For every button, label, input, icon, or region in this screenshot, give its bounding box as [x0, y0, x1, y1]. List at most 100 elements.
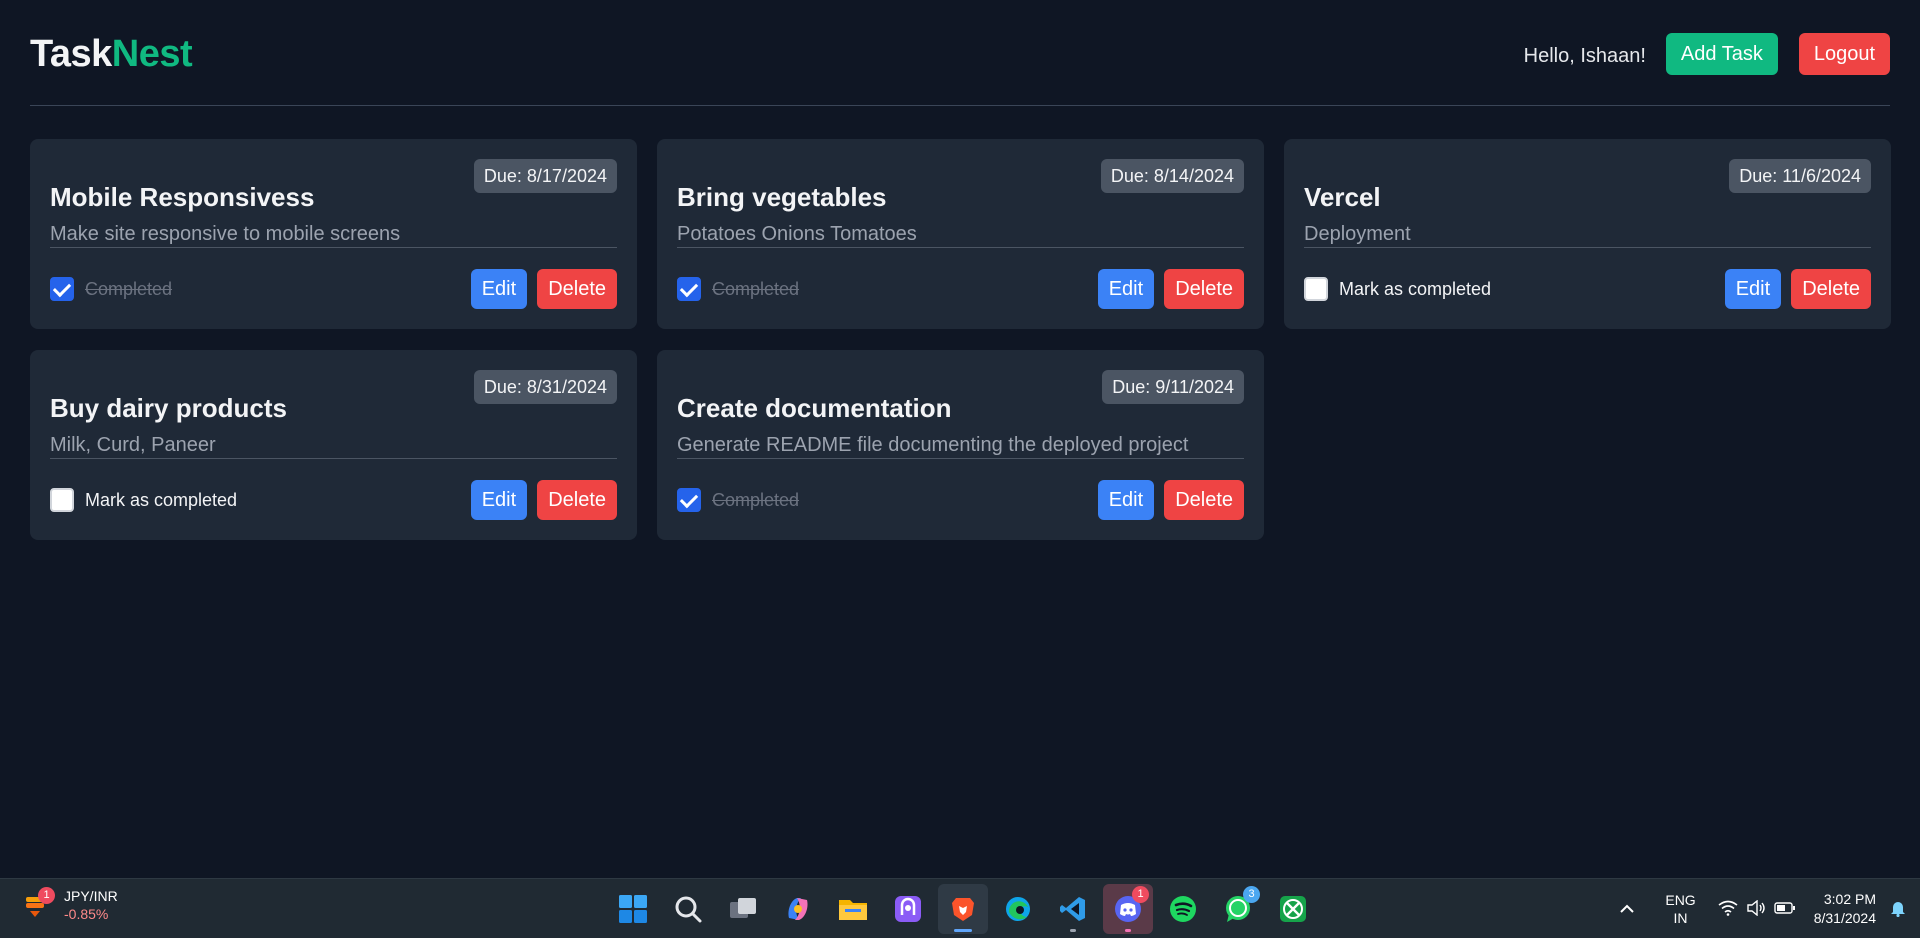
windows-taskbar: 1 JPY/INR -0.85% 1 3 ENG IN 3:02 PM 8/31… [0, 878, 1920, 938]
region-code: IN [1673, 910, 1688, 926]
clock-date: 8/31/2024 [1813, 910, 1876, 926]
vscode-icon[interactable] [1048, 884, 1098, 934]
task-view-icon[interactable] [718, 884, 768, 934]
running-indicator [1070, 929, 1076, 932]
user-greeting: Hello, Ishaan! [1523, 44, 1646, 67]
completion-status-label: Completed [712, 278, 800, 299]
completion-status-label: Mark as completed [85, 489, 238, 510]
widget-badge: 1 [38, 887, 55, 904]
task-actions: Edit Delete [470, 269, 617, 309]
wifi-icon[interactable] [1718, 900, 1738, 919]
task-title: Vercel [1304, 182, 1381, 212]
chevron-up-icon[interactable] [1619, 901, 1635, 917]
incomplete-checkbox[interactable] [50, 488, 74, 512]
due-date-badge: Due: 9/11/2024 [1102, 370, 1244, 404]
task-card: Bring vegetables Due: 8/14/2024 Potatoes… [657, 139, 1264, 329]
task-actions: Edit Delete [1097, 269, 1244, 309]
task-description: Milk, Curd, Paneer [50, 434, 216, 456]
task-actions: Edit Delete [470, 480, 617, 520]
task-description: Generate README file documenting the dep… [677, 434, 1189, 456]
card-divider [50, 247, 617, 248]
card-divider [677, 458, 1244, 459]
windows-start-icon[interactable] [608, 884, 658, 934]
battery-icon[interactable] [1774, 901, 1796, 918]
whatsapp-icon[interactable]: 3 [1213, 884, 1263, 934]
task-description: Make site responsive to mobile screens [50, 223, 401, 245]
due-date-badge: Due: 8/14/2024 [1100, 159, 1244, 193]
task-card: Mobile Responsivess Due: 8/17/2024 Make … [30, 139, 637, 329]
volume-icon[interactable] [1746, 899, 1766, 919]
task-grid: Mobile Responsivess Due: 8/17/2024 Make … [30, 139, 1891, 540]
proton-vpn-icon[interactable] [883, 884, 933, 934]
delete-task-button[interactable]: Delete [537, 480, 617, 520]
task-actions: Edit Delete [1097, 480, 1244, 520]
edit-task-button[interactable]: Edit [1097, 480, 1155, 520]
completion-toggle[interactable]: Completed [50, 277, 172, 301]
app-logo: TaskNest [30, 33, 193, 75]
incomplete-checkbox[interactable] [1304, 277, 1328, 301]
task-card: Vercel Due: 11/6/2024 Deployment Mark as… [1284, 139, 1891, 329]
card-divider [677, 247, 1244, 248]
language-code: ENG [1665, 892, 1696, 908]
due-date-badge: Due: 11/6/2024 [1729, 159, 1871, 193]
discord-icon[interactable]: 1 [1103, 884, 1153, 934]
task-card: Buy dairy products Due: 8/31/2024 Milk, … [30, 350, 637, 540]
completion-status-label: Mark as completed [1339, 278, 1492, 299]
completed-checkbox[interactable] [677, 488, 701, 512]
edit-task-button[interactable]: Edit [1097, 269, 1155, 309]
system-tray: ENG IN 3:02 PM 8/31/2024 [1619, 879, 1920, 938]
language-indicator[interactable]: ENG IN [1665, 891, 1695, 927]
task-title: Mobile Responsivess [50, 182, 315, 212]
widget-title: JPY/INR [64, 888, 118, 904]
file-explorer-icon[interactable] [828, 884, 878, 934]
discord-badge: 1 [1132, 886, 1149, 903]
system-clock[interactable]: 3:02 PM 8/31/2024 [1814, 890, 1876, 928]
tasknest-app: TaskNest Hello, Ishaan! Add Task Logout … [0, 0, 1920, 878]
task-title: Buy dairy products [50, 393, 287, 423]
running-indicator [1125, 929, 1131, 932]
completion-toggle[interactable]: Completed [677, 277, 799, 301]
logout-button[interactable]: Logout [1798, 33, 1890, 75]
brave-browser-icon[interactable] [938, 884, 988, 934]
currency-widget[interactable]: 1 JPY/INR -0.85% [22, 887, 118, 923]
completion-toggle[interactable]: Mark as completed [1304, 277, 1491, 301]
edit-task-button[interactable]: Edit [470, 269, 528, 309]
completion-status-label: Completed [712, 489, 800, 510]
notification-bell-icon[interactable] [1890, 899, 1906, 920]
header-actions: Hello, Ishaan! Add Task Logout [1524, 33, 1890, 75]
completed-checkbox[interactable] [677, 277, 701, 301]
completed-checkbox[interactable] [50, 277, 74, 301]
completion-toggle[interactable]: Mark as completed [50, 488, 237, 512]
add-task-button[interactable]: Add Task [1665, 33, 1778, 75]
task-description: Deployment [1304, 223, 1411, 245]
xbox-icon[interactable] [1268, 884, 1318, 934]
card-divider [50, 458, 617, 459]
currency-widget-icon: 1 [22, 887, 55, 921]
search-icon[interactable] [663, 884, 713, 934]
taskbar-pinned-apps: 1 3 [608, 884, 1323, 934]
copilot-icon[interactable] [773, 884, 823, 934]
delete-task-button[interactable]: Delete [1164, 480, 1244, 520]
delete-task-button[interactable]: Delete [1791, 269, 1871, 309]
clock-time: 3:02 PM [1823, 891, 1876, 907]
completion-toggle[interactable]: Completed [677, 488, 799, 512]
logo-text-task: Task [30, 33, 112, 75]
card-divider [1304, 247, 1871, 248]
spotify-icon[interactable] [1158, 884, 1208, 934]
edit-task-button[interactable]: Edit [470, 480, 528, 520]
task-title: Create documentation [677, 393, 952, 423]
due-date-badge: Due: 8/31/2024 [473, 370, 617, 404]
due-date-badge: Due: 8/17/2024 [473, 159, 617, 193]
app-header: TaskNest Hello, Ishaan! Add Task Logout [30, 24, 1890, 106]
active-indicator [954, 929, 972, 932]
edit-task-button[interactable]: Edit [1724, 269, 1782, 309]
edge-browser-icon[interactable] [993, 884, 1043, 934]
task-card: Create documentation Due: 9/11/2024 Gene… [657, 350, 1264, 540]
completion-status-label: Completed [85, 278, 173, 299]
delete-task-button[interactable]: Delete [1164, 269, 1244, 309]
task-title: Bring vegetables [677, 182, 887, 212]
task-description: Potatoes Onions Tomatoes [677, 223, 917, 245]
logo-text-nest: Nest [111, 33, 193, 75]
task-actions: Edit Delete [1724, 269, 1871, 309]
delete-task-button[interactable]: Delete [537, 269, 617, 309]
